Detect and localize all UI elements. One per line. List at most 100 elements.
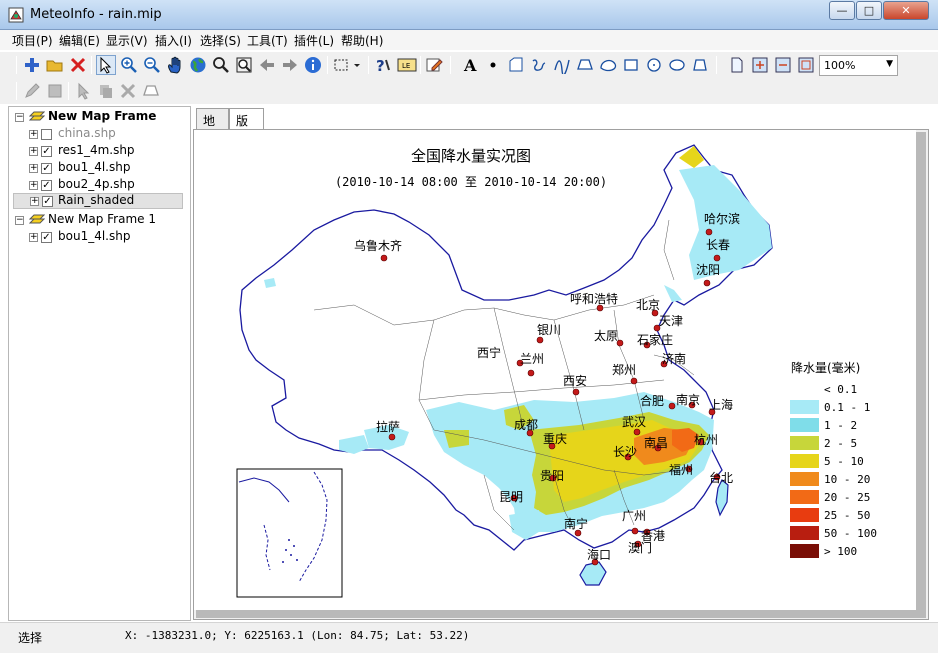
menu-edit[interactable]: 编辑(E) (59, 32, 100, 49)
layout-canvas[interactable]: 全国降水量实况图 (2010-10-14 08:00 至 2010-10-14 … (193, 129, 929, 620)
window-title: MeteoInfo - rain.mip (30, 7, 162, 22)
layer-visibility-checkbox[interactable]: ✓ (41, 180, 52, 191)
menu-tools[interactable]: 工具(T) (247, 32, 288, 49)
add-freehand-icon[interactable] (529, 55, 549, 75)
city-label: 济南 (662, 351, 686, 366)
select-pointer-icon[interactable] (96, 55, 116, 75)
city-marker (703, 279, 711, 287)
tree-layer-res1[interactable]: + ✓ res1_4m.shp (13, 143, 189, 159)
add-point-icon[interactable] (483, 55, 503, 75)
expand-icon[interactable]: + (29, 130, 38, 139)
tree-layer-label: bou1_4l.shp (58, 229, 131, 243)
map-frame-icon (29, 214, 45, 224)
edit-shape-icon[interactable] (141, 81, 161, 101)
city-label: 长沙 (613, 445, 637, 459)
expand-icon[interactable]: + (29, 181, 38, 190)
tab-layout[interactable]: 版面 (229, 108, 264, 145)
help-question-icon[interactable]: ? (373, 55, 393, 75)
info-icon[interactable] (303, 55, 323, 75)
expand-icon[interactable]: + (29, 233, 38, 242)
tab-map[interactable]: 地图 (196, 108, 229, 145)
edit-pencil-icon[interactable] (22, 81, 42, 101)
tree-layer-bou1[interactable]: + ✓ bou1_4l.shp (13, 160, 189, 176)
add-ellipse-icon[interactable] (667, 55, 687, 75)
layer-visibility-checkbox[interactable]: ✓ (42, 196, 53, 207)
close-window-button[interactable]: ✕ (883, 1, 929, 20)
add-curve-icon[interactable] (552, 55, 572, 75)
delete-feature-icon[interactable] (118, 81, 138, 101)
add-rectangle-icon[interactable] (621, 55, 641, 75)
edit-vertices-icon[interactable] (690, 55, 710, 75)
city-label: 台北 (709, 470, 733, 485)
add-circle-icon[interactable] (644, 55, 664, 75)
expand-icon[interactable]: + (30, 197, 39, 206)
add-text-icon[interactable]: A (460, 55, 480, 75)
page-zoom-out-icon[interactable] (773, 55, 793, 75)
layer-visibility-checkbox[interactable]: ✓ (41, 163, 52, 174)
tree-frame-new-map-frame[interactable]: − New Map Frame (13, 109, 189, 125)
city-marker (380, 254, 388, 262)
edit-properties-icon[interactable] (424, 55, 444, 75)
city-marker (668, 402, 676, 410)
zoom-out-icon[interactable] (142, 55, 162, 75)
collapse-icon[interactable]: − (15, 113, 24, 122)
layer-visibility-checkbox[interactable]: ✓ (41, 232, 52, 243)
layer-visibility-checkbox[interactable] (41, 129, 52, 140)
city-label: 天津 (659, 314, 683, 328)
city-label: 福州 (669, 462, 693, 477)
page-setup-icon[interactable] (727, 55, 747, 75)
layer-visibility-checkbox[interactable]: ✓ (41, 146, 52, 157)
menu-project[interactable]: 项目(P) (12, 32, 53, 49)
copy-feature-icon[interactable] (96, 81, 116, 101)
legend-label: 20 - 25 (824, 491, 870, 504)
legend-label: 5 - 10 (824, 455, 864, 468)
legend-swatch (790, 400, 819, 414)
back-arrow-icon[interactable] (257, 55, 277, 75)
tree-frame-new-map-frame-1[interactable]: − New Map Frame 1 (13, 212, 189, 228)
city-label: 郑州 (612, 362, 636, 377)
city-marker (713, 254, 721, 262)
zoom-to-layer-icon[interactable] (234, 55, 254, 75)
city-marker (630, 377, 638, 385)
open-folder-icon[interactable] (45, 55, 65, 75)
forward-arrow-icon[interactable] (280, 55, 300, 75)
pan-hand-icon[interactable] (165, 55, 185, 75)
legend-icon[interactable]: LE (396, 55, 418, 75)
maximize-button[interactable]: □ (856, 1, 882, 20)
minimize-button[interactable]: — (829, 1, 855, 20)
menu-view[interactable]: 显示(V) (106, 32, 148, 49)
legend-label: 1 - 2 (824, 419, 857, 432)
add-polygon-icon[interactable] (575, 55, 595, 75)
collapse-icon[interactable]: − (15, 216, 24, 225)
tree-layer-bou1-frame2[interactable]: + ✓ bou1_4l.shp (13, 229, 189, 245)
add-label-icon[interactable] (506, 55, 526, 75)
identify-magnifier-icon[interactable] (211, 55, 231, 75)
save-edits-icon[interactable] (45, 81, 65, 101)
toolbar-edit (0, 78, 938, 104)
city-label: 贵阳 (540, 469, 564, 483)
page-zoom-in-icon[interactable] (750, 55, 770, 75)
map-title: 全国降水量实况图 (411, 147, 531, 165)
remove-layer-icon[interactable] (68, 55, 88, 75)
menu-plugins[interactable]: 插件(L) (294, 32, 334, 49)
svg-text:A: A (463, 56, 477, 74)
menu-select[interactable]: 选择(S) (200, 32, 241, 49)
add-curve-polygon-icon[interactable] (598, 55, 618, 75)
svg-text:LE: LE (402, 62, 410, 70)
legend-label: 50 - 100 (824, 527, 877, 540)
page-fit-icon[interactable] (796, 55, 816, 75)
expand-icon[interactable]: + (29, 147, 38, 156)
select-feature-icon[interactable] (74, 81, 94, 101)
select-elements-dropdown-icon[interactable] (332, 55, 364, 75)
tree-layer-rain-shaded[interactable]: + ✓ Rain_shaded (13, 193, 183, 209)
zoom-level-select[interactable]: 100% ▼ (819, 55, 898, 76)
city-marker (572, 388, 580, 396)
menu-insert[interactable]: 插入(I) (155, 32, 192, 49)
expand-icon[interactable]: + (29, 164, 38, 173)
zoom-in-icon[interactable] (119, 55, 139, 75)
add-layer-icon[interactable] (22, 55, 42, 75)
tree-layer-china[interactable]: + china.shp (13, 126, 189, 142)
menu-help[interactable]: 帮助(H) (341, 32, 383, 49)
tree-layer-bou2[interactable]: + ✓ bou2_4p.shp (13, 177, 189, 193)
full-extent-globe-icon[interactable] (188, 55, 208, 75)
